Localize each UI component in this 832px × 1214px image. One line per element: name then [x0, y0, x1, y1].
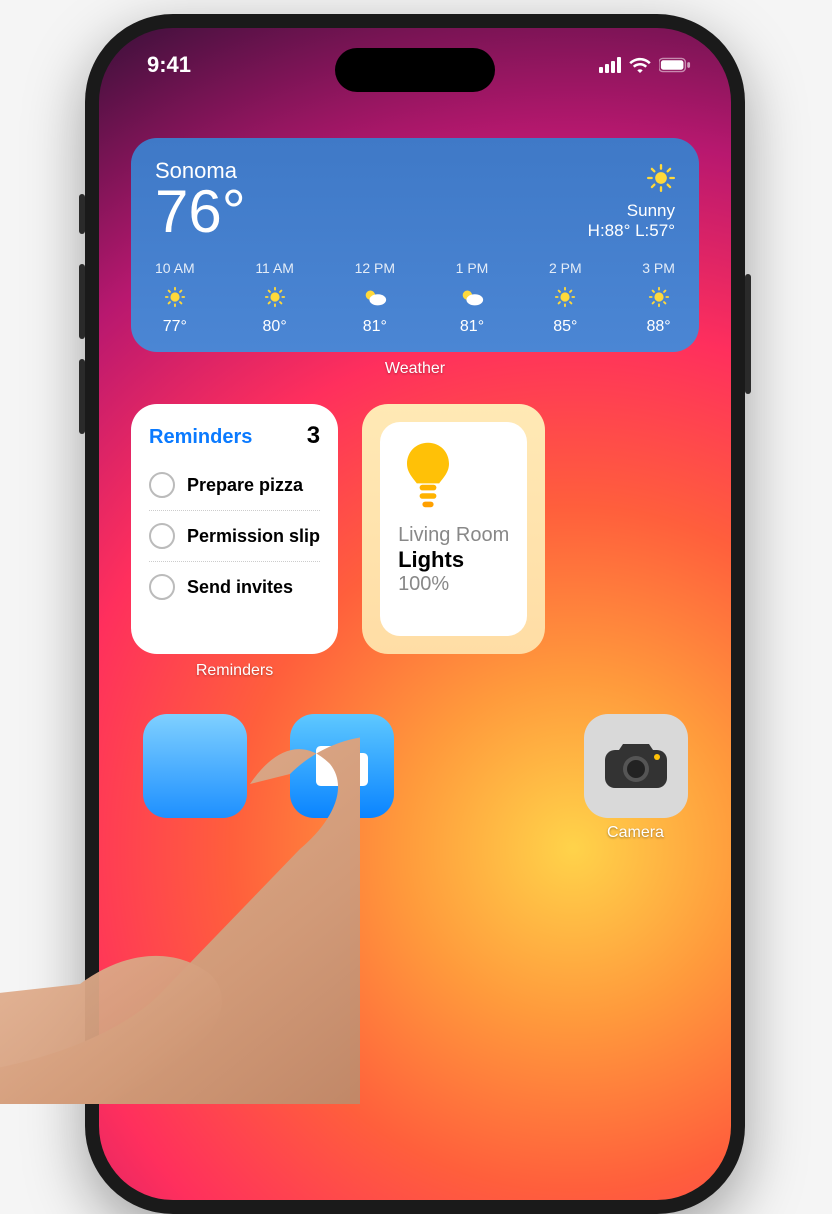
- forecast-temp: 81°: [456, 318, 489, 336]
- weather-temperature: 76°: [155, 182, 246, 242]
- home-brightness-level: 100%: [398, 573, 509, 596]
- forecast-hour: 11 AM 80°: [255, 260, 294, 336]
- sun-icon: [642, 284, 675, 310]
- side-button-volume-up: [79, 264, 85, 339]
- forecast-temp: 77°: [155, 318, 195, 336]
- reminder-item[interactable]: Send invites: [149, 562, 320, 612]
- forecast-time: 1 PM: [456, 260, 489, 276]
- sun-icon: [255, 284, 294, 310]
- forecast-hour: 1 PM 81°: [456, 260, 489, 336]
- forecast-time: 11 AM: [255, 260, 294, 276]
- forecast-hour: 12 PM 81°: [355, 260, 395, 336]
- weather-hourly-forecast: 10 AM 77° 11 AM 80° 12 PM 81°: [155, 260, 675, 336]
- weather-hi-lo: H:88° L:57°: [588, 221, 675, 241]
- app-icon[interactable]: [143, 714, 247, 818]
- reminders-count: 3: [307, 422, 320, 450]
- side-button-mute: [79, 194, 85, 234]
- forecast-temp: 88°: [642, 318, 675, 336]
- checkbox-icon[interactable]: [149, 574, 175, 600]
- phone-frame: 9:41 Sonoma: [85, 14, 745, 1214]
- wifi-icon: [629, 57, 651, 73]
- reminder-item[interactable]: Permission slip: [149, 511, 320, 562]
- side-button-volume-down: [79, 359, 85, 434]
- reminders-widget[interactable]: Reminders 3 Prepare pizza Permission sli…: [131, 404, 338, 654]
- forecast-time: 10 AM: [155, 260, 195, 276]
- checkbox-icon[interactable]: [149, 472, 175, 498]
- status-time: 9:41: [147, 52, 191, 78]
- battery-icon: [659, 57, 691, 73]
- forecast-hour: 3 PM 88°: [642, 260, 675, 336]
- reminder-text: Send invites: [187, 577, 293, 598]
- weather-widget-label: Weather: [131, 360, 699, 378]
- reminders-title: Reminders: [149, 426, 252, 449]
- reminder-text: Prepare pizza: [187, 475, 303, 496]
- weather-widget[interactable]: Sonoma 76° Sunny H:88° L:57° 10 AM: [131, 138, 699, 352]
- forecast-time: 2 PM: [549, 260, 582, 276]
- reminders-widget-label: Reminders: [131, 662, 338, 680]
- sun-icon: [155, 284, 195, 310]
- checkbox-icon[interactable]: [149, 523, 175, 549]
- reminder-text: Permission slip: [187, 526, 320, 547]
- app-unknown-1[interactable]: [133, 714, 256, 842]
- sun-icon: [588, 164, 675, 197]
- reminder-item[interactable]: Prepare pizza: [149, 460, 320, 511]
- dynamic-island: [335, 48, 495, 92]
- forecast-time: 3 PM: [642, 260, 675, 276]
- lightbulb-icon: [398, 440, 458, 510]
- forecast-temp: 80°: [255, 318, 294, 336]
- partly-cloudy-icon: [355, 284, 395, 310]
- camera-app-label: Camera: [574, 824, 697, 842]
- side-button-power: [745, 274, 751, 394]
- sun-icon: [549, 284, 582, 310]
- cellular-icon: [599, 57, 621, 73]
- partly-cloudy-icon: [456, 284, 489, 310]
- forecast-hour: 2 PM 85°: [549, 260, 582, 336]
- forecast-time: 12 PM: [355, 260, 395, 276]
- forecast-hour: 10 AM 77°: [155, 260, 195, 336]
- home-lights-widget[interactable]: Living Room Lights 100%: [362, 404, 545, 654]
- app-files[interactable]: [280, 714, 403, 842]
- app-icon-row: Camera: [131, 714, 699, 842]
- camera-icon[interactable]: [584, 714, 688, 818]
- home-room-name: Living Room: [398, 524, 509, 547]
- home-device-name: Lights: [398, 547, 509, 573]
- app-camera[interactable]: Camera: [574, 714, 697, 842]
- forecast-temp: 85°: [549, 318, 582, 336]
- forecast-temp: 81°: [355, 318, 395, 336]
- status-icons: [599, 57, 691, 73]
- phone-screen: 9:41 Sonoma: [99, 28, 731, 1200]
- weather-condition: Sunny: [588, 201, 675, 221]
- home-screen-widgets: Sonoma 76° Sunny H:88° L:57° 10 AM: [99, 78, 731, 842]
- files-icon[interactable]: [290, 714, 394, 818]
